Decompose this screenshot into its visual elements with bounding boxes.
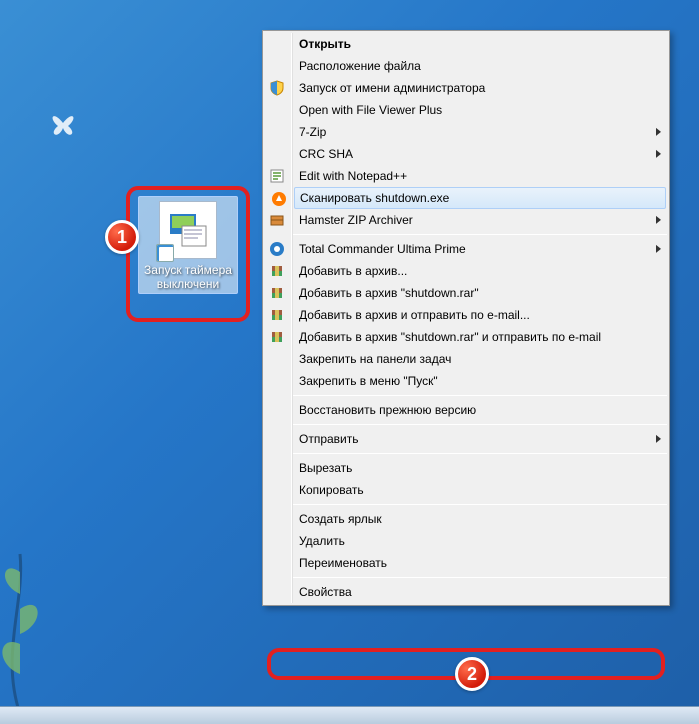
context-menu-item-label: Свойства (299, 585, 352, 599)
winrar-icon (269, 285, 285, 301)
context-menu-item-label: Добавить в архив "shutdown.rar" (299, 286, 479, 300)
context-menu-item[interactable]: Копировать (293, 479, 667, 501)
context-menu-item-label: Расположение файла (299, 59, 421, 73)
context-menu-item-label: Закрепить на панели задач (299, 352, 451, 366)
decorative-butterfly (48, 108, 78, 138)
context-menu-item-label: 7-Zip (299, 125, 326, 139)
context-menu-item[interactable]: Закрепить на панели задач (293, 348, 667, 370)
context-menu-item-label: Добавить в архив... (299, 264, 407, 278)
context-menu-separator (293, 424, 667, 425)
context-menu-item-label: Вырезать (299, 461, 352, 475)
context-menu-item[interactable]: Добавить в архив и отправить по e-mail..… (293, 304, 667, 326)
context-menu-item[interactable]: CRC SHA (293, 143, 667, 165)
shield-icon (269, 80, 285, 96)
context-menu-item[interactable]: Edit with Notepad++ (293, 165, 667, 187)
context-menu-item[interactable]: Запуск от имени администратора (293, 77, 667, 99)
winrar-icon (269, 329, 285, 345)
submenu-arrow-icon (656, 128, 661, 136)
context-menu-item-label: Копировать (299, 483, 364, 497)
context-menu-item-label: Переименовать (299, 556, 387, 570)
context-menu-separator (293, 395, 667, 396)
context-menu-item[interactable]: Вырезать (293, 457, 667, 479)
hamster-icon (269, 212, 285, 228)
context-menu-item-label: Открыть (299, 37, 351, 51)
context-menu-item-label: Сканировать shutdown.exe (300, 191, 449, 205)
winrar-icon (269, 263, 285, 279)
context-menu-item-label: Добавить в архив и отправить по e-mail..… (299, 308, 530, 322)
context-menu-item[interactable]: Переименовать (293, 552, 667, 574)
context-menu-item[interactable]: Свойства (293, 581, 667, 603)
submenu-arrow-icon (656, 150, 661, 158)
shortcut-thumbnail-icon (159, 201, 217, 259)
submenu-arrow-icon (656, 216, 661, 224)
context-menu-item[interactable]: Добавить в архив "shutdown.rar" и отправ… (293, 326, 667, 348)
context-menu-item-label: Запуск от имени администратора (299, 81, 485, 95)
tc-icon (269, 241, 285, 257)
context-menu-item-label: Восстановить прежнюю версию (299, 403, 476, 417)
submenu-arrow-icon (656, 245, 661, 253)
context-menu-item-label: Open with File Viewer Plus (299, 103, 442, 117)
avast-icon (271, 191, 287, 207)
desktop-shortcut-selected[interactable]: Запуск таймера выключени (126, 186, 250, 322)
context-menu-item-label: Отправить (299, 432, 359, 446)
context-menu-item[interactable]: Закрепить в меню "Пуск" (293, 370, 667, 392)
context-menu-item-label: CRC SHA (299, 147, 353, 161)
context-menu-item-label: Закрепить в меню "Пуск" (299, 374, 438, 388)
notepad-icon (269, 168, 285, 184)
context-menu-item[interactable]: Hamster ZIP Archiver (293, 209, 667, 231)
context-menu-separator (293, 234, 667, 235)
context-menu-item[interactable]: Расположение файла (293, 55, 667, 77)
callout-badge-2: 2 (455, 657, 489, 691)
decorative-plant (0, 514, 50, 714)
context-menu-separator (293, 577, 667, 578)
submenu-arrow-icon (656, 435, 661, 443)
context-menu-item[interactable]: Сканировать shutdown.exe (294, 187, 666, 209)
winrar-icon (269, 307, 285, 323)
context-menu-item-label: Hamster ZIP Archiver (299, 213, 413, 227)
context-menu-item[interactable]: Open with File Viewer Plus (293, 99, 667, 121)
callout-badge-1: 1 (105, 220, 139, 254)
context-menu-item-label: Total Commander Ultima Prime (299, 242, 466, 256)
context-menu-item-label: Добавить в архив "shutdown.rar" и отправ… (299, 330, 601, 344)
context-menu-item[interactable]: Удалить (293, 530, 667, 552)
context-menu-item[interactable]: Total Commander Ultima Prime (293, 238, 667, 260)
context-menu-item[interactable]: 7-Zip (293, 121, 667, 143)
taskbar[interactable] (0, 706, 699, 724)
context-menu-item[interactable]: Открыть (293, 33, 667, 55)
context-menu: Открыть Расположение файла Запуск от имени… (262, 30, 670, 606)
context-menu-separator (293, 453, 667, 454)
context-menu-item[interactable]: Отправить (293, 428, 667, 450)
shortcut-label: Запуск таймера выключени (143, 263, 233, 291)
context-menu-item-label: Edit with Notepad++ (299, 169, 407, 183)
context-menu-item-label: Удалить (299, 534, 345, 548)
context-menu-item-label: Создать ярлык (299, 512, 382, 526)
context-menu-separator (293, 504, 667, 505)
context-menu-item[interactable]: Добавить в архив "shutdown.rar" (293, 282, 667, 304)
context-menu-item[interactable]: Восстановить прежнюю версию (293, 399, 667, 421)
context-menu-item[interactable]: Создать ярлык (293, 508, 667, 530)
context-menu-item[interactable]: Добавить в архив... (293, 260, 667, 282)
